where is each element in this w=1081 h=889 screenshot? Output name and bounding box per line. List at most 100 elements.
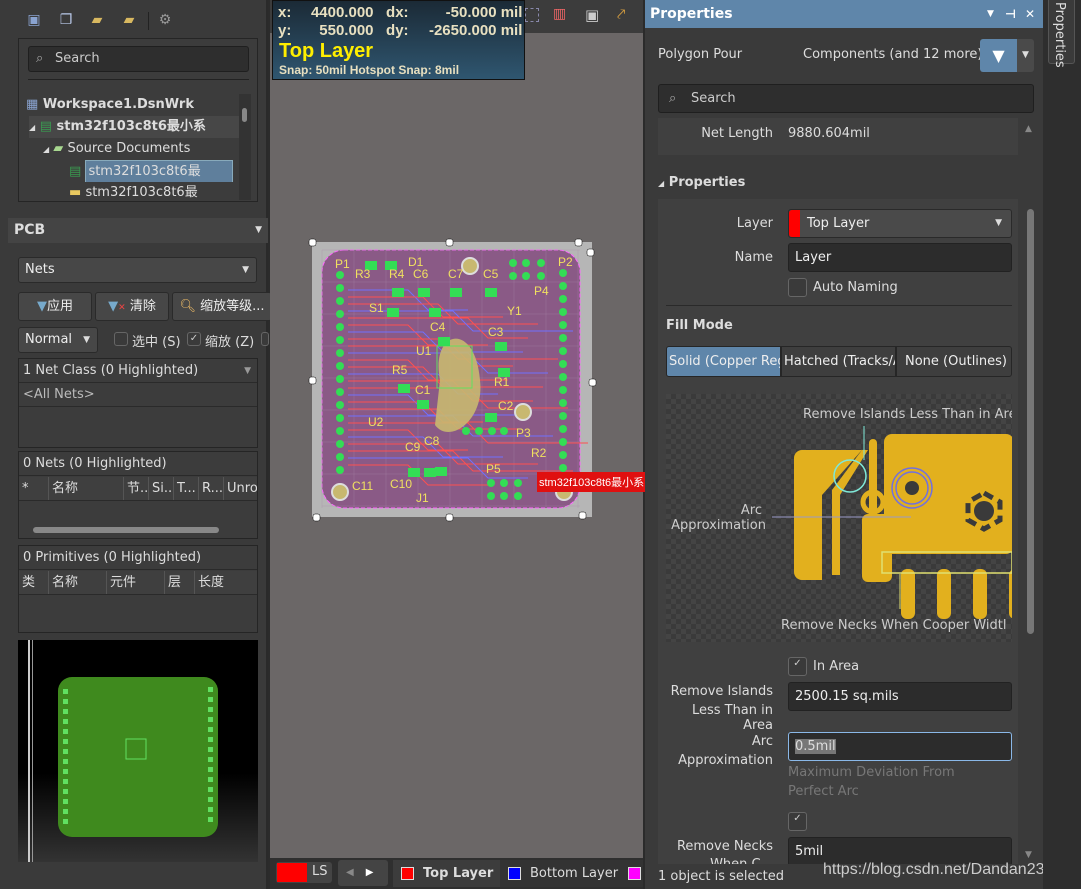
- designator-c10[interactable]: C10: [390, 477, 412, 491]
- tree-item-source-documents[interactable]: ◢ ▰ Source Documents: [43, 138, 190, 160]
- align-icon[interactable]: ▥: [553, 6, 566, 22]
- gear-icon[interactable]: ⚙: [157, 12, 173, 28]
- selection-handle[interactable]: [308, 238, 317, 247]
- component-icon[interactable]: ▣: [585, 6, 599, 24]
- column-header[interactable]: *: [19, 477, 49, 500]
- apply-button[interactable]: ▼应用: [18, 292, 92, 321]
- designator-r3[interactable]: R3: [355, 267, 371, 281]
- layer-dropdown[interactable]: Top Layer ▼: [788, 209, 1012, 238]
- column-header[interactable]: 名称: [49, 571, 107, 594]
- designator-j1[interactable]: J1: [416, 491, 429, 505]
- designator-c2[interactable]: C2: [498, 399, 514, 413]
- designator-c3[interactable]: C3: [488, 325, 504, 339]
- designator-p2[interactable]: P2: [558, 255, 573, 269]
- selection-handle[interactable]: [578, 511, 587, 520]
- remove-islands-input[interactable]: 2500.15 sq.mils: [788, 682, 1012, 711]
- designator-c6[interactable]: C6: [413, 267, 429, 281]
- designator-u2[interactable]: U2: [368, 415, 384, 429]
- open-folder-search-icon[interactable]: ▰: [89, 12, 105, 28]
- designator-c8[interactable]: C8: [424, 434, 440, 448]
- auto-naming-checkbox[interactable]: [788, 278, 807, 297]
- scroll-up-icon[interactable]: ▲: [1025, 124, 1032, 134]
- selection-handle[interactable]: [445, 238, 454, 247]
- designator-y1[interactable]: Y1: [507, 304, 522, 318]
- column-header[interactable]: 名称: [49, 477, 124, 500]
- name-input[interactable]: Layer: [788, 243, 1012, 272]
- designator-c7[interactable]: C7: [448, 267, 464, 281]
- arc-approximation-input[interactable]: 0.5mil: [788, 732, 1012, 761]
- tree-item-pcb-doc[interactable]: ▤ stm32f103c8t6最: [69, 160, 239, 182]
- designator-r5[interactable]: R5: [392, 363, 408, 377]
- designator-u1[interactable]: U1: [416, 344, 432, 358]
- column-header[interactable]: R...: [199, 477, 224, 500]
- net-class-row[interactable]: <All Nets>: [19, 383, 257, 407]
- board-minimap[interactable]: [18, 640, 258, 862]
- designator-p4[interactable]: P4: [534, 284, 549, 298]
- designator-c5[interactable]: C5: [483, 267, 499, 281]
- component-tag[interactable]: stm32f103c8t6最小系: [539, 476, 644, 489]
- save-icon[interactable]: ▣: [26, 12, 42, 28]
- tree-item-workspace[interactable]: ▦ Workspace1.DsnWrk: [26, 94, 194, 116]
- properties-section-header[interactable]: ◢ Properties: [658, 175, 745, 190]
- filter-button[interactable]: ▼: [980, 39, 1017, 72]
- tree-item-project[interactable]: ◢ ▤ stm32f103c8t6最小系: [29, 116, 239, 138]
- column-header[interactable]: 长度: [195, 571, 245, 594]
- selection-handle[interactable]: [445, 513, 454, 522]
- column-header[interactable]: 元件: [107, 571, 165, 594]
- tree-item-schematic-doc[interactable]: ▬ stm32f103c8t6最: [69, 182, 198, 200]
- pcb-mode-dropdown[interactable]: Nets ▼: [18, 257, 257, 283]
- pin-icon[interactable]: ⊣: [1005, 0, 1016, 28]
- column-header[interactable]: Unro: [224, 477, 257, 500]
- selection-handle[interactable]: [574, 238, 583, 247]
- zoom-checkbox[interactable]: ✓: [187, 332, 201, 346]
- designator-r1[interactable]: R1: [494, 375, 510, 389]
- scroll-left-icon[interactable]: ◀: [338, 867, 354, 878]
- pcb-board[interactable]: P1R3D1R4 C6 C7 C5P2P4S1 Y1C4 C3U1R5R1C1C2P3U2…: [300, 230, 645, 530]
- fill-mode-hatched[interactable]: Hatched (Tracks/A: [781, 346, 896, 377]
- designator-s1[interactable]: S1: [369, 301, 384, 315]
- selection-handle[interactable]: [312, 513, 321, 522]
- designator-p3[interactable]: P3: [516, 426, 531, 440]
- close-icon[interactable]: ✕: [1025, 0, 1035, 28]
- panel-menu-icon[interactable]: ▼: [255, 218, 262, 243]
- projects-search-input[interactable]: ⌕ Search: [28, 46, 249, 72]
- copy-icon[interactable]: ❐: [58, 12, 74, 28]
- properties-search-input[interactable]: ⌕ Search: [658, 84, 1034, 113]
- designator-c11[interactable]: C11: [352, 479, 373, 493]
- designator-p1[interactable]: P1: [335, 257, 350, 271]
- highlight-mode-dropdown[interactable]: Normal ▼: [18, 327, 98, 353]
- column-header[interactable]: 节..: [124, 477, 149, 500]
- layer-tab-bottom[interactable]: Bottom Layer: [500, 860, 629, 887]
- layer-tab-mechanical[interactable]: [620, 860, 643, 887]
- selection-handle[interactable]: [308, 376, 317, 385]
- panel-menu-icon[interactable]: ▼: [987, 0, 994, 28]
- selection-handle[interactable]: [586, 248, 595, 257]
- current-layer-indicator[interactable]: LS: [276, 862, 332, 883]
- designator-c9[interactable]: C9: [405, 440, 421, 454]
- column-header[interactable]: Si...: [149, 477, 174, 500]
- filter-dropdown-button[interactable]: ▼: [1017, 39, 1034, 72]
- route-icon[interactable]: ⤤: [617, 5, 625, 23]
- select-checkbox[interactable]: [114, 332, 128, 346]
- folder-settings-icon[interactable]: ▰: [121, 12, 137, 28]
- fill-mode-none[interactable]: None (Outlines): [896, 346, 1012, 377]
- designator-p5[interactable]: P5: [486, 462, 501, 476]
- zoom-level-button[interactable]: 🔍︎ 缩放等级...: [172, 292, 272, 321]
- designator-r4[interactable]: R4: [389, 267, 405, 281]
- fill-mode-solid[interactable]: Solid (Copper Regi: [666, 346, 781, 377]
- tree-scrollbar[interactable]: [239, 94, 251, 200]
- scroll-down-icon[interactable]: ▼: [1025, 850, 1032, 860]
- properties-side-tab[interactable]: Properties: [1048, 0, 1075, 68]
- column-header[interactable]: T...: [174, 477, 199, 500]
- properties-scrollbar[interactable]: [1027, 209, 1034, 634]
- layer-tab-top[interactable]: Top Layer: [393, 860, 504, 887]
- designator-c1[interactable]: C1: [415, 383, 431, 397]
- remove-necks-checkbox[interactable]: ✓: [788, 812, 807, 831]
- selection-handle[interactable]: [588, 378, 597, 387]
- designator-r2[interactable]: R2: [531, 446, 547, 460]
- designator-c4[interactable]: C4: [430, 320, 446, 334]
- scroll-right-icon[interactable]: ▶: [354, 867, 374, 878]
- in-area-checkbox[interactable]: ✓: [788, 657, 807, 676]
- layer-scroll-buttons[interactable]: ◀ ▶: [338, 860, 388, 886]
- select-rect-icon[interactable]: [525, 8, 539, 22]
